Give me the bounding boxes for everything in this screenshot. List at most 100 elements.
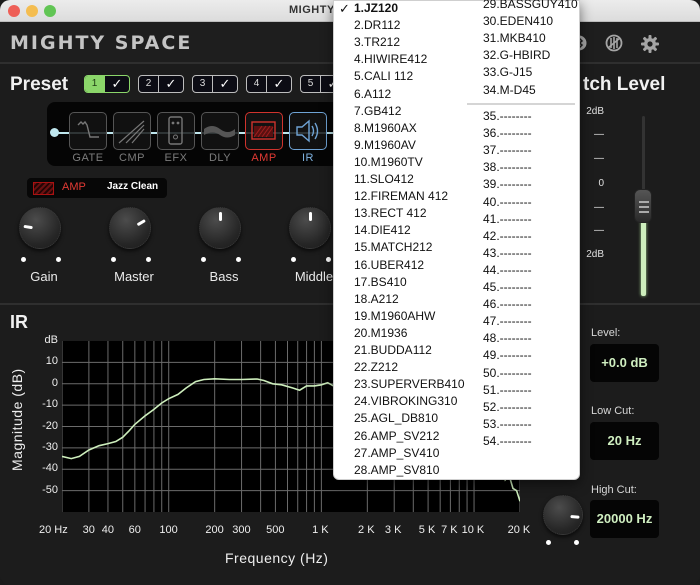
fx-block-gate[interactable] [69, 112, 107, 150]
close-window-button[interactable] [8, 5, 20, 17]
menu-item[interactable]: 19.M1960AHW [354, 309, 435, 323]
amp-type-label: AMP [62, 181, 86, 193]
menu-item[interactable]: 22.Z212 [354, 360, 398, 374]
preset-number: 5 [301, 76, 321, 92]
knob-gain: Gain [0, 207, 89, 287]
middle-knob[interactable] [289, 207, 331, 249]
menu-item-empty[interactable]: 40.-------- [483, 195, 532, 209]
check-icon: ✓ [219, 76, 231, 91]
menu-item-empty[interactable]: 35.-------- [483, 109, 532, 123]
fx-block-efx[interactable] [157, 112, 195, 150]
gear-icon[interactable] [640, 34, 660, 57]
gain-knob[interactable] [19, 207, 61, 249]
preset-number: 2 [139, 76, 159, 92]
preset-button-4[interactable]: 4 ✓ [246, 75, 292, 93]
high-cut-value-field[interactable]: 20000 Hz [590, 500, 659, 538]
fx-block-ir[interactable] [289, 112, 327, 150]
knob-min-dot [546, 540, 551, 545]
preset-button-3[interactable]: 3 ✓ [192, 75, 238, 93]
menu-item[interactable]: 14.DIE412 [354, 223, 411, 237]
menu-item[interactable]: 3.TR212 [354, 35, 400, 49]
amp-model-tag[interactable]: AMP Jazz Clean [27, 178, 167, 198]
menu-item[interactable]: 9.M1960AV [354, 138, 416, 152]
menu-item[interactable]: 32.G-HBIRD [483, 48, 550, 62]
menu-item-empty[interactable]: 43.-------- [483, 246, 532, 260]
preset-button-2[interactable]: 2 ✓ [138, 75, 184, 93]
speaker-icon [296, 119, 319, 143]
menu-item-empty[interactable]: 54.-------- [483, 434, 532, 448]
amp-icon [33, 182, 54, 195]
low-cut-value-field[interactable]: 20 Hz [590, 422, 659, 460]
menu-item[interactable]: 34.M-D45 [483, 83, 536, 97]
menu-item-empty[interactable]: 48.-------- [483, 331, 532, 345]
fx-label-cmp: CMP [119, 152, 145, 164]
menu-item[interactable]: 25.AGL_DB810 [354, 411, 438, 425]
fx-label-amp: AMP [251, 152, 277, 164]
menu-item-empty[interactable]: 49.-------- [483, 348, 532, 362]
menu-item[interactable]: 1.JZ120 [354, 1, 398, 15]
tuner-icon[interactable] [605, 34, 623, 55]
menu-item[interactable]: 33.G-J15 [483, 65, 532, 79]
menu-item-empty[interactable]: 47.-------- [483, 314, 532, 328]
menu-item-empty[interactable]: 51.-------- [483, 383, 532, 397]
match-level-slider-thumb[interactable] [634, 189, 652, 223]
menu-item[interactable]: 26.AMP_SV212 [354, 429, 439, 443]
menu-item[interactable]: 31.MKB410 [483, 31, 546, 45]
master-knob[interactable] [109, 207, 151, 249]
menu-item[interactable]: 13.RECT 412 [354, 206, 427, 220]
menu-item-empty[interactable]: 50.-------- [483, 366, 532, 380]
menu-item[interactable]: 15.MATCH212 [354, 240, 432, 254]
menu-item-empty[interactable]: 45.-------- [483, 280, 532, 294]
app-logo: MIGHTY SPACE [10, 32, 193, 54]
knob-min-dot [291, 257, 296, 262]
menu-item[interactable]: 20.M1936 [354, 326, 407, 340]
menu-item[interactable]: 30.EDEN410 [483, 14, 553, 28]
menu-separator [467, 103, 575, 105]
ir-cabinet-dropdown-menu: 1.JZ120 ✓ 2.DR112 3.TR212 4.HIWIRE412 5.CALI … [333, 0, 580, 480]
y-tick-label: 10 [45, 355, 58, 368]
menu-item[interactable]: 10.M1960TV [354, 155, 423, 169]
amp-icon [251, 121, 276, 140]
menu-item-empty[interactable]: 38.-------- [483, 160, 532, 174]
check-icon: ✓ [111, 76, 123, 91]
menu-item[interactable]: 7.GB412 [354, 104, 401, 118]
menu-item-empty[interactable]: 39.-------- [483, 177, 532, 191]
menu-item-empty[interactable]: 52.-------- [483, 400, 532, 414]
ir-title: IR [10, 312, 28, 332]
menu-item-empty[interactable]: 37.-------- [483, 143, 532, 157]
high-cut-knob[interactable] [543, 495, 583, 535]
menu-item[interactable]: 11.SLO412 [354, 172, 414, 186]
menu-item[interactable]: 6.A112 [354, 87, 391, 101]
menu-item-empty[interactable]: 53.-------- [483, 417, 532, 431]
menu-item[interactable]: 16.UBER412 [354, 258, 424, 272]
fx-block-dly[interactable] [201, 112, 239, 150]
menu-item[interactable]: 23.SUPERVERB410 [354, 377, 465, 391]
menu-item[interactable]: 4.HIWIRE412 [354, 52, 427, 66]
menu-item[interactable]: 27.AMP_SV410 [354, 446, 439, 460]
menu-item-empty[interactable]: 41.-------- [483, 212, 532, 226]
menu-item[interactable]: 24.VIBROKING310 [354, 394, 457, 408]
menu-item[interactable]: 18.A212 [354, 292, 399, 306]
fx-block-amp[interactable] [245, 112, 283, 150]
menu-item[interactable]: 8.M1960AX [354, 121, 417, 135]
menu-item-empty[interactable]: 44.-------- [483, 263, 532, 277]
menu-item[interactable]: 28.AMP_SV810 [354, 463, 439, 477]
fx-label-ir: IR [302, 152, 314, 164]
level-value-field[interactable]: +0.0 dB [590, 344, 659, 382]
menu-item-empty[interactable]: 46.-------- [483, 297, 532, 311]
menu-item-empty[interactable]: 36.-------- [483, 126, 532, 140]
maximize-window-button[interactable] [44, 5, 56, 17]
y-tick-label: -50 [42, 483, 58, 496]
menu-item[interactable]: 29.BASSGUY410 [483, 0, 578, 11]
bass-knob[interactable] [199, 207, 241, 249]
menu-item[interactable]: 21.BUDDA112 [354, 343, 432, 357]
menu-item-empty[interactable]: 42.-------- [483, 229, 532, 243]
menu-item[interactable]: 12.FIREMAN 412 [354, 189, 448, 203]
menu-item[interactable]: 2.DR112 [354, 18, 400, 32]
preset-button-1[interactable]: 1 ✓ [84, 75, 130, 93]
y-axis-title: Magnitude (dB) [9, 368, 25, 471]
minimize-window-button[interactable] [26, 5, 38, 17]
fx-block-cmp[interactable] [113, 112, 151, 150]
menu-item[interactable]: 5.CALI 112 [354, 69, 413, 83]
menu-item[interactable]: 17.BS410 [354, 275, 407, 289]
